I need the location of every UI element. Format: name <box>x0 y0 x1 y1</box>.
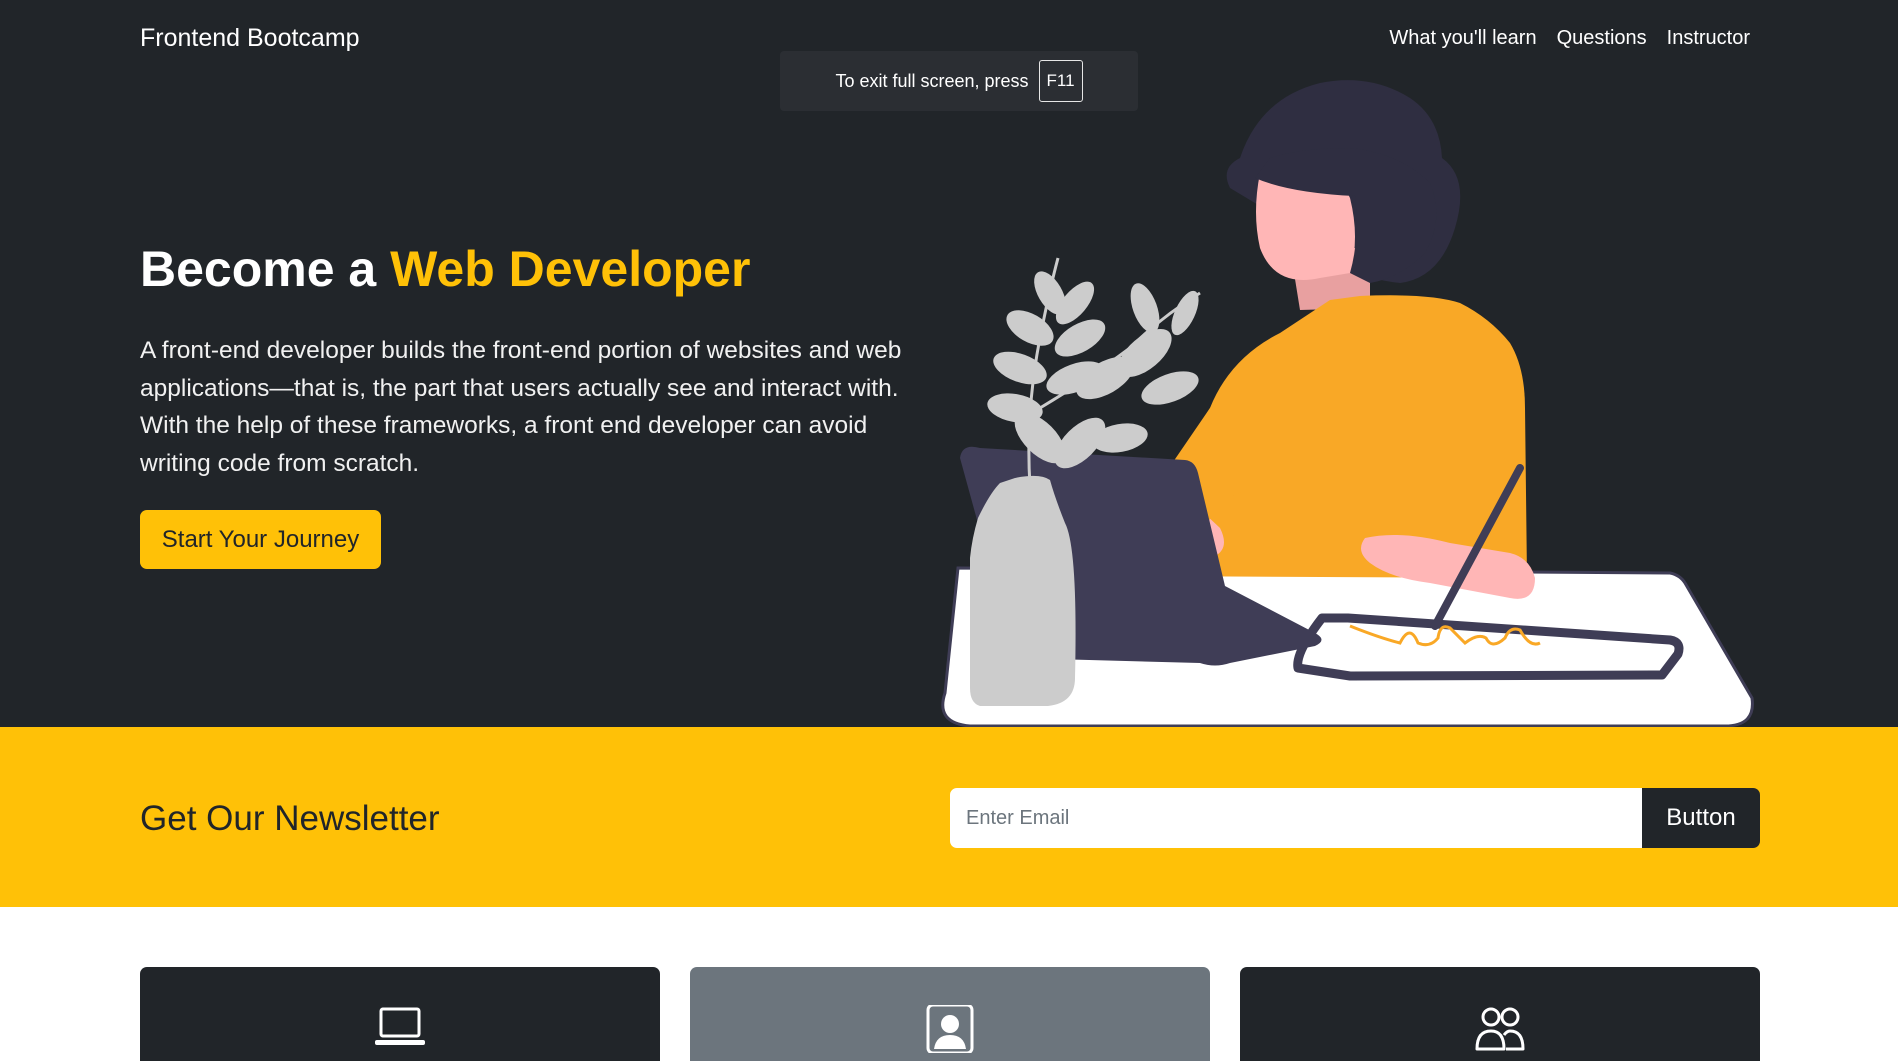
feature-card-people <box>1240 967 1760 1061</box>
hero-title: Become a Web Developer <box>140 240 750 298</box>
navbar-links: What you'll learn Questions Instructor <box>1389 27 1750 50</box>
hero-description: A front-end developer builds the front-e… <box>140 337 902 477</box>
plant-leaves <box>987 271 1199 469</box>
vase <box>970 475 1076 706</box>
people-icon <box>1475 1007 1525 1051</box>
nav-link-what-youll-learn[interactable]: What you'll learn <box>1389 27 1536 50</box>
laptop-icon <box>375 1007 425 1045</box>
feature-card-person <box>690 967 1210 1061</box>
hero-title-highlight: Web Developer <box>390 241 751 297</box>
nav-link-questions[interactable]: Questions <box>1557 27 1647 50</box>
email-input[interactable] <box>950 788 1642 848</box>
navbar-brand[interactable]: Frontend Bootcamp <box>140 24 360 53</box>
woman-drawing-on-tablet-illustration <box>941 80 1754 727</box>
hero-title-prefix: Become a <box>140 241 377 297</box>
start-journey-button[interactable]: Start Your Journey <box>140 510 381 569</box>
newsletter-section: Get Our Newsletter Button <box>0 727 1898 907</box>
feature-card-laptop <box>140 967 660 1061</box>
hero-section: Frontend Bootcamp What you'll learn Ques… <box>0 0 1898 727</box>
nav-link-instructor[interactable]: Instructor <box>1667 27 1750 50</box>
newsletter-submit-button[interactable]: Button <box>1642 788 1760 848</box>
person-badge-icon <box>926 1005 974 1053</box>
newsletter-title: Get Our Newsletter <box>140 799 440 838</box>
